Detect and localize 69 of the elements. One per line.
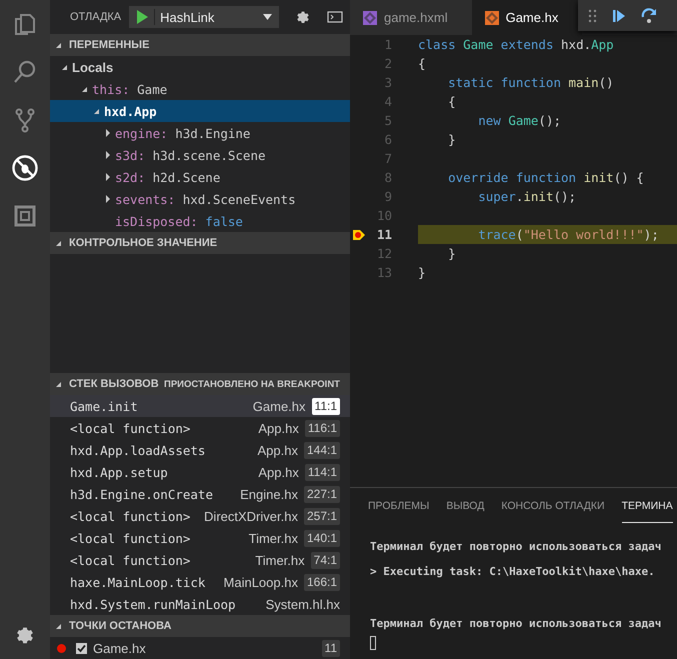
variable-row[interactable]: isDisposed: false [50, 210, 350, 232]
checkbox[interactable] [76, 642, 87, 654]
line-number: 13 [376, 265, 392, 280]
line-number: 7 [383, 151, 392, 166]
line-badge: 11 [322, 640, 340, 656]
line-number: 2 [383, 56, 392, 71]
terminal-icon[interactable] [327, 11, 344, 23]
panel-tab[interactable]: ВЫВОД [446, 498, 484, 522]
variable-row[interactable]: this: Game [50, 78, 350, 100]
sidebar-title: ОТЛАДКА [70, 11, 122, 23]
editor-tab[interactable]: Game.hx [472, 0, 582, 35]
line-number: 3 [383, 75, 392, 90]
stack-frame[interactable]: haxe.MainLoop.tick MainLoop.hx 166:1 [50, 571, 350, 593]
variable-row[interactable]: hxd.App [50, 100, 350, 122]
code-line: } [447, 246, 456, 261]
section-header[interactable]: ТОЧКИ ОСТАНОВА [50, 615, 350, 637]
code-line: { [447, 94, 456, 109]
line-number: 10 [376, 208, 392, 223]
file-icon [362, 10, 378, 26]
breakpoint-file[interactable]: Game.hx [93, 640, 316, 656]
variable-row[interactable]: s3d: h3d.scene.Scene [50, 144, 350, 166]
stack-frame[interactable]: <local function> DirectXDriver.hx 257:1 [50, 505, 350, 527]
step-over-icon[interactable] [640, 8, 658, 24]
line-number: 6 [383, 132, 392, 147]
panel-tab[interactable]: ТЕРМИНА [622, 498, 673, 523]
continue-icon[interactable] [612, 8, 626, 22]
code-line: } [418, 265, 426, 280]
line-number: 5 [383, 113, 392, 128]
editor-tab[interactable]: game.hxml [350, 0, 472, 35]
stack-frame[interactable]: <local function> Timer.hx 74:1 [50, 549, 350, 571]
code-line: override function init() { [447, 170, 644, 185]
section-header[interactable]: ПЕРЕМЕННЫЕ [50, 34, 350, 56]
variable-row[interactable]: s2d: h2d.Scene [50, 166, 350, 188]
section-header[interactable]: СТЕК ВЫЗОВОВ ПРИОСТАНОВЛЕНО НА BREAKPOINT [50, 373, 350, 395]
line-number: 11 [376, 227, 392, 242]
stack-frame[interactable]: <local function> App.hx 116:1 [50, 417, 350, 439]
panel-tab[interactable]: КОНСОЛЬ ОТЛАДКИ [501, 498, 605, 522]
code-line: { [418, 56, 426, 71]
panel-tab[interactable]: ПРОБЛЕМЫ [368, 498, 430, 522]
line-number: 12 [376, 246, 392, 261]
drag-handle-icon[interactable] [588, 8, 598, 22]
line-number: 4 [383, 94, 392, 109]
settings-icon[interactable] [295, 9, 312, 25]
code-line: } [447, 132, 456, 147]
code-line: class Game extends hxd.App [418, 37, 614, 52]
line-number: 8 [383, 170, 392, 185]
line-number: 9 [383, 189, 392, 204]
configuration-select[interactable]: HashLink [129, 6, 280, 28]
status-label: ПРИОСТАНОВЛЕНО НА BREAKPOINT [164, 378, 340, 390]
stack-frame[interactable]: <local function> Timer.hx 140:1 [50, 527, 350, 549]
tree-item[interactable]: Locals [50, 56, 350, 78]
line-number: 1 [383, 37, 392, 52]
caret-icon [263, 14, 272, 20]
code-line: new Game(); [477, 113, 561, 128]
variable-row[interactable]: engine: h3d.Engine [50, 122, 350, 144]
terminal-line: Терминал будет повторно использоваться задач [370, 617, 662, 630]
file-icon [484, 10, 500, 26]
stack-frame[interactable]: h3d.Engine.onCreate Engine.hx 227:1 [50, 483, 350, 505]
variable-row[interactable]: sevents: hxd.SceneEvents [50, 188, 350, 210]
stack-frame[interactable]: Game.init Game.hx 11:1 [50, 395, 350, 417]
code-line: super.init(); [477, 189, 576, 204]
section-header[interactable]: КОНТРОЛЬНОЕ ЗНАЧЕНИЕ [50, 232, 350, 254]
terminal-line: > Executing task: C:\HaxeToolkit\haxe\haxe. [370, 565, 655, 578]
terminal-cursor [370, 636, 376, 650]
stack-frame[interactable]: hxd.App.setup App.hx 114:1 [50, 461, 350, 483]
code-line: static function main() [447, 75, 614, 90]
stack-frame[interactable]: hxd.App.loadAssets App.hx 144:1 [50, 439, 350, 461]
terminal-line: Терминал будет повторно использоваться задач [370, 540, 662, 553]
stack-frame[interactable]: hxd.System.runMainLoop System.hl.hx [50, 593, 350, 615]
